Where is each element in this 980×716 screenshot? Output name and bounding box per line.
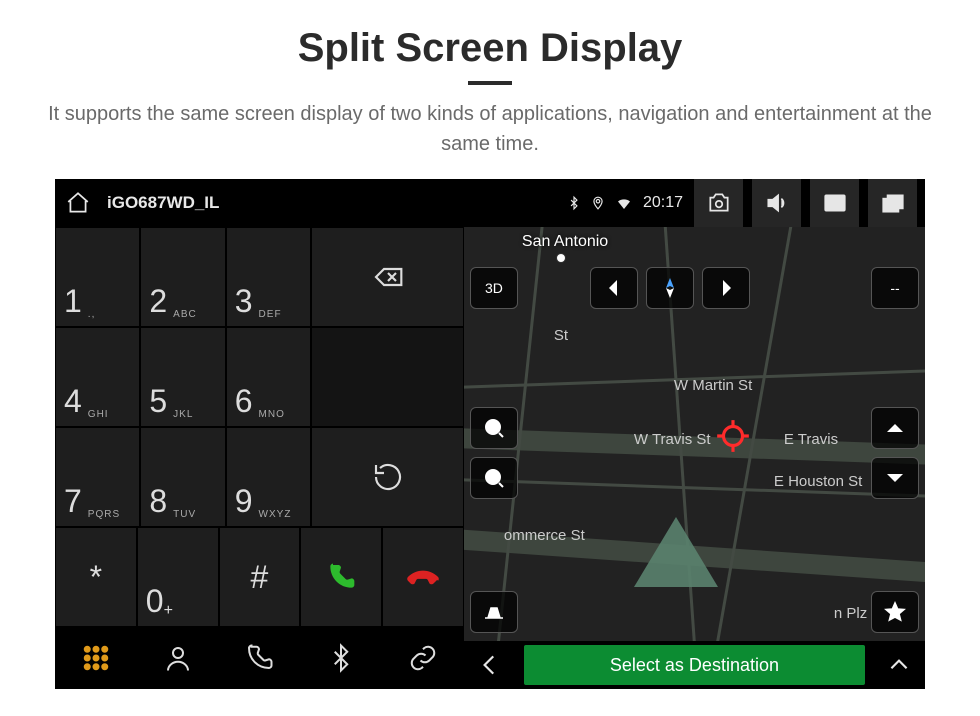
pan-down-button[interactable] [871,457,919,499]
backspace-key[interactable] [311,227,464,327]
street-label: n Plz [834,605,867,622]
street-label: St [554,327,568,344]
call-key[interactable] [300,527,382,627]
street-label: E Houston St [774,473,862,490]
city-label: San Antonio [522,233,608,251]
split-container: 1., 2ABC 3DEF 4GHI 5JKL 6MNO 7PQRS 8TUV [55,227,925,689]
dial-row-3: 7PQRS 8TUV 9WXYZ [55,427,464,527]
dialer-grid: 1., 2ABC 3DEF 4GHI 5JKL 6MNO 7PQRS 8TUV [55,227,464,627]
statusbar-left: iGO687WD_IL [55,179,464,227]
map-canvas[interactable]: San Antonio W Martin St W Travis St E Tr… [464,227,925,689]
map-favorite-button[interactable] [871,591,919,633]
map-footer: Select as Destination [464,641,925,689]
dial-row-1: 1., 2ABC 3DEF [55,227,464,327]
location-icon [591,194,605,212]
map-back-button[interactable] [590,267,638,309]
hero-section: Split Screen Display It supports the sam… [0,0,980,173]
redial-key[interactable] [311,427,464,527]
zoom-out-button[interactable] [470,457,518,499]
home-icon[interactable] [65,190,91,216]
key-7[interactable]: 7PQRS [55,427,140,527]
key-8[interactable]: 8TUV [140,427,225,527]
key-2[interactable]: 2ABC [140,227,225,327]
tab-bluetooth[interactable] [300,627,382,689]
key-blank-1 [311,327,464,427]
close-app-button[interactable] [809,179,859,227]
device-screenshot: iGO687WD_IL 20:17 1., 2ABC 3DEF [55,179,925,689]
select-destination-button[interactable]: Select as Destination [524,645,865,685]
street-label: ommerce St [504,527,585,544]
map-footer-back[interactable] [464,641,516,689]
street-label: W Martin St [674,377,752,394]
recent-apps-button[interactable] [867,179,917,227]
page-title: Split Screen Display [36,26,944,71]
street-label: W Travis St [634,431,711,448]
wifi-icon [615,194,633,212]
title-underline [468,81,512,85]
vehicle-arrow-icon [634,517,718,587]
tab-contacts[interactable] [137,627,219,689]
dial-row-2: 4GHI 5JKL 6MNO [55,327,464,427]
key-4[interactable]: 4GHI [55,327,140,427]
dial-row-4: * 0+ # [55,527,464,627]
key-3[interactable]: 3DEF [226,227,311,327]
map-info-button[interactable]: -- [871,267,919,309]
map-3d-toggle[interactable]: 3D [470,267,518,309]
dialer-pane: 1., 2ABC 3DEF 4GHI 5JKL 6MNO 7PQRS 8TUV [55,227,464,689]
clock: 20:17 [643,194,683,212]
key-9[interactable]: 9WXYZ [226,427,311,527]
map-traffic-button[interactable] [470,591,518,633]
hangup-key[interactable] [382,527,464,627]
map-pane[interactable]: San Antonio W Martin St W Travis St E Tr… [464,227,925,689]
key-star[interactable]: * [55,527,137,627]
city-dot-icon [556,253,566,263]
key-5[interactable]: 5JKL [140,327,225,427]
key-hash[interactable]: # [219,527,301,627]
map-cursor-icon [714,417,752,455]
tab-link[interactable] [382,627,464,689]
bluetooth-icon [567,194,581,212]
screenshot-button[interactable] [693,179,743,227]
dialer-bottombar [55,627,464,689]
key-0[interactable]: 0+ [137,527,219,627]
volume-button[interactable] [751,179,801,227]
zoom-in-button[interactable] [470,407,518,449]
street-label: E Travis [784,431,838,448]
statusbar-center: 20:17 [464,179,693,227]
statusbar-right [693,179,925,227]
map-footer-expand[interactable] [873,641,925,689]
map-forward-button[interactable] [702,267,750,309]
app-title: iGO687WD_IL [107,193,219,213]
statusbar: iGO687WD_IL 20:17 [55,179,925,227]
pan-up-button[interactable] [871,407,919,449]
tab-recent[interactable] [219,627,301,689]
key-1[interactable]: 1., [55,227,140,327]
tab-keypad[interactable] [55,627,137,689]
page-subtitle: It supports the same screen display of t… [36,99,944,159]
key-6[interactable]: 6MNO [226,327,311,427]
map-compass-button[interactable] [646,267,694,309]
